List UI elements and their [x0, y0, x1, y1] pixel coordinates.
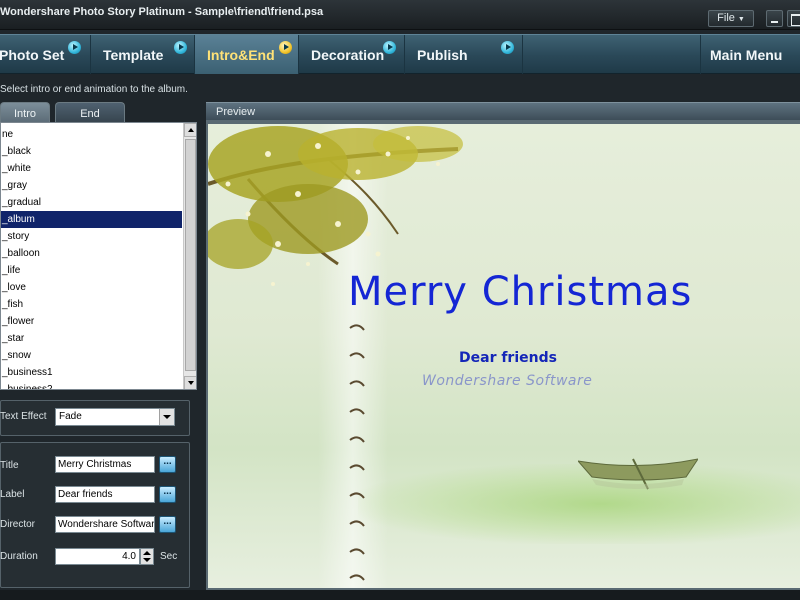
text-effect-label: Text Effect — [0, 411, 47, 422]
intro-end-subtabs: Intro End — [0, 102, 205, 122]
label-browse-button[interactable]: ... — [159, 486, 176, 503]
tab-photo-set[interactable]: Photo Set — [0, 35, 91, 74]
tab-decoration[interactable]: Decoration — [299, 35, 405, 74]
hint-text: Select intro or end animation to the alb… — [0, 84, 188, 95]
text-effect-select[interactable]: Fade — [55, 408, 175, 426]
label-label: Label — [0, 489, 25, 500]
director-browse-button[interactable]: ... — [159, 516, 176, 533]
ellipsis-icon: ... — [163, 456, 172, 467]
tab-intro-end-label: Intro&End — [207, 47, 275, 63]
tab-intro-end[interactable]: Intro&End — [195, 35, 299, 74]
preview-canvas: Merry Christmas Dear friends Wondershare… — [208, 124, 800, 588]
chevron-down-icon: ▼ — [737, 16, 745, 23]
arrow-right-circle-icon — [279, 41, 292, 54]
tab-publish[interactable]: Publish — [405, 35, 523, 74]
arrow-right-circle-icon — [174, 41, 187, 54]
list-item[interactable]: _fish — [1, 296, 182, 313]
list-item[interactable]: _business1 — [1, 364, 182, 381]
duration-spinner[interactable] — [140, 548, 154, 565]
director-label: Director — [0, 519, 36, 530]
arrow-right-circle-icon — [68, 41, 81, 54]
list-item[interactable]: _gray — [1, 177, 182, 194]
text-effect-value: Fade — [59, 411, 82, 422]
list-scrollbar[interactable] — [183, 123, 196, 389]
title-browse-button[interactable]: ... — [159, 456, 176, 473]
title-bar: Wondershare Photo Story Platinum - Sampl… — [0, 0, 800, 30]
list-item[interactable]: _flower — [1, 313, 182, 330]
chevron-down-icon[interactable] — [159, 409, 174, 425]
file-menu-label: File — [717, 12, 735, 24]
director-input[interactable]: Wondershare Software — [55, 516, 155, 533]
preview-header: Preview — [206, 102, 800, 120]
list-item[interactable]: _life — [1, 262, 182, 279]
arrow-right-circle-icon — [501, 41, 514, 54]
preview-director-text: Wondershare Software — [422, 373, 593, 389]
ellipsis-icon: ... — [163, 486, 172, 497]
tab-decoration-label: Decoration — [311, 47, 385, 63]
duration-label: Duration — [0, 551, 38, 562]
list-item[interactable]: _story — [1, 228, 182, 245]
boat-illustration — [578, 458, 698, 490]
label-input[interactable]: Dear friends — [55, 486, 155, 503]
list-item[interactable]: _black — [1, 143, 182, 160]
window-title: Wondershare Photo Story Platinum - Sampl… — [0, 6, 324, 18]
main-nav: Photo Set Template Intro&End Decoration … — [0, 34, 800, 74]
scroll-thumb[interactable] — [185, 139, 196, 371]
list-item[interactable]: _white — [1, 160, 182, 177]
status-strip — [0, 590, 800, 600]
list-item[interactable]: _album — [1, 211, 182, 228]
scroll-up-icon[interactable] — [184, 123, 196, 137]
preview-label-text: Dear friends — [459, 350, 557, 366]
preview-title-text: Merry Christmas — [348, 269, 693, 315]
tab-intro[interactable]: Intro — [0, 102, 50, 122]
list-item[interactable]: _business2 — [1, 381, 182, 389]
title-input[interactable]: Merry Christmas — [55, 456, 155, 473]
ellipsis-icon: ... — [163, 516, 172, 527]
minimize-icon[interactable] — [766, 10, 783, 27]
arrow-right-circle-icon — [383, 41, 396, 54]
list-item[interactable]: _balloon — [1, 245, 182, 262]
animation-list[interactable]: ne _black _white _gray _gradual _album _story _… — [0, 122, 197, 390]
app-window: Wondershare Photo Story Platinum - Sampl… — [0, 0, 800, 600]
maximize-icon[interactable] — [787, 10, 800, 27]
tab-photo-set-label: Photo Set — [0, 47, 65, 63]
tab-publish-label: Publish — [417, 47, 468, 63]
list-item[interactable]: _star — [1, 330, 182, 347]
album-spine-rings — [349, 324, 365, 581]
duration-input[interactable]: 4.0 — [55, 548, 140, 565]
preview-frame: Merry Christmas Dear friends Wondershare… — [206, 120, 800, 590]
file-menu-button[interactable]: File ▼ — [708, 10, 754, 27]
duration-unit: Sec — [160, 551, 178, 562]
tab-end[interactable]: End — [55, 102, 125, 122]
list-item[interactable]: ne — [1, 126, 182, 143]
spin-down-icon[interactable] — [143, 558, 151, 562]
tab-template-label: Template — [103, 47, 164, 63]
main-menu-button[interactable]: Main Menu — [700, 35, 800, 74]
title-label: Title — [0, 460, 19, 471]
scroll-down-icon[interactable] — [184, 376, 196, 389]
list-item[interactable]: _love — [1, 279, 182, 296]
list-item[interactable]: _snow — [1, 347, 182, 364]
spin-up-icon[interactable] — [143, 551, 151, 555]
list-item[interactable]: _gradual — [1, 194, 182, 211]
tab-template[interactable]: Template — [91, 35, 195, 74]
